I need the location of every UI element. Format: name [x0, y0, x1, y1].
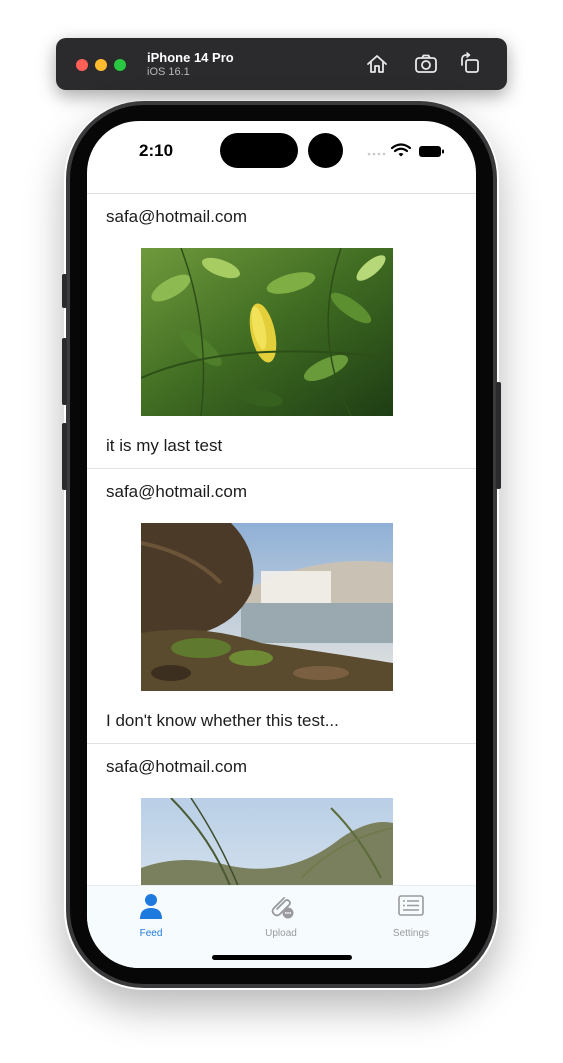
tab-feed-label: Feed — [139, 928, 163, 939]
tab-settings[interactable]: Settings — [361, 892, 461, 942]
app-screen: 2:10 safa@hotmail.com it is my last test… — [87, 121, 476, 968]
post-user-email: safa@hotmail.com — [106, 207, 248, 226]
device-name: iPhone 14 Pro — [147, 50, 234, 65]
list-icon — [398, 895, 424, 916]
home-icon[interactable] — [364, 51, 390, 77]
tab-upload[interactable]: Upload — [231, 892, 331, 942]
feed-post[interactable]: safa@hotmail.com — [87, 469, 476, 743]
paperclip-icon — [271, 897, 294, 919]
screenshot-icon[interactable] — [413, 51, 439, 77]
signal-icon — [367, 152, 386, 156]
wifi-icon — [390, 143, 412, 157]
tab-upload-label: Upload — [265, 928, 297, 939]
tab-feed[interactable]: Feed — [101, 892, 201, 942]
tab-settings-label: Settings — [392, 928, 430, 939]
power-button — [496, 382, 501, 489]
home-indicator[interactable] — [212, 955, 352, 960]
volume-down-button — [62, 423, 67, 490]
dynamic-island — [220, 133, 298, 168]
os-version: iOS 16.1 — [147, 66, 190, 78]
feed-post[interactable]: safa@hotmail.com — [87, 194, 476, 468]
simulator-window-bar: iPhone 14 Pro iOS 16.1 — [56, 38, 507, 90]
status-time: 2:10 — [139, 141, 174, 160]
close-window-button[interactable] — [76, 59, 88, 71]
volume-up-button — [62, 338, 67, 405]
post-caption: I don't know whether this test... — [106, 711, 339, 730]
minimize-window-button[interactable] — [95, 59, 107, 71]
rotate-icon[interactable] — [457, 51, 483, 77]
post-user-email: safa@hotmail.com — [106, 482, 248, 501]
status-icons — [367, 143, 444, 157]
post-image-leaves — [141, 248, 393, 416]
front-camera — [308, 133, 343, 168]
post-caption: it is my last test — [106, 436, 223, 455]
zoom-window-button[interactable] — [114, 59, 126, 71]
silent-switch — [62, 274, 67, 308]
post-image-waterfall — [141, 523, 393, 691]
battery-icon — [419, 146, 444, 157]
person-icon — [140, 894, 162, 919]
post-user-email: safa@hotmail.com — [106, 757, 248, 776]
feed-list[interactable]: safa@hotmail.com it is my last test safa… — [87, 193, 476, 968]
